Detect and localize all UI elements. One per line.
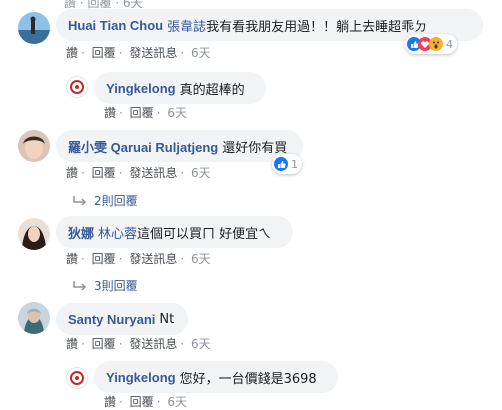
reply-timestamp[interactable]: 6天 — [167, 106, 187, 120]
like-button[interactable]: 讚 — [104, 106, 116, 120]
reply-button[interactable]: 回覆 — [130, 106, 154, 120]
comment-timestamp[interactable]: 6天 — [191, 337, 211, 351]
avatar[interactable] — [18, 218, 50, 250]
view-replies-link[interactable]: 2則回覆 — [72, 192, 138, 209]
reaction-count: 1 — [291, 157, 298, 171]
avatar[interactable] — [66, 367, 88, 389]
reply-author[interactable]: Yingkelong — [106, 370, 176, 385]
reply-button[interactable]: 回覆 — [92, 337, 116, 351]
comment-author[interactable]: 狄娜 — [68, 223, 94, 242]
like-button[interactable]: 讚 — [66, 46, 78, 60]
message-button[interactable]: 發送訊息 — [129, 166, 177, 180]
replies-count[interactable]: 2則回覆 — [94, 192, 138, 209]
comment-author[interactable]: Santy Nuryani — [68, 312, 155, 327]
message-button[interactable]: 發送訊息 — [129, 46, 177, 60]
message-button[interactable]: 發送訊息 — [129, 252, 177, 266]
comment-timestamp[interactable]: 6天 — [191, 252, 211, 266]
reaction-summary[interactable]: 4 — [405, 34, 457, 54]
comment-bubble: 羅小雯 Qaruai Ruljatjeng 還好你有買 — [56, 130, 303, 162]
comment-bubble: 狄娜 林心蓉 這個可以買ㄇ 好便宜ㄟ — [56, 216, 293, 248]
wow-icon — [429, 37, 443, 51]
reply-arrow-icon — [73, 280, 87, 291]
avatar-photo-portrait — [18, 218, 50, 250]
comment-timestamp[interactable]: 6天 — [191, 46, 211, 60]
comment-text: 這個可以買ㄇ 好便宜ㄟ — [137, 226, 272, 242]
comment-actions: 讚 · 回覆 · 發送訊息 · 6天 — [66, 46, 211, 60]
avatar-photo-beach — [18, 12, 50, 44]
comment-actions: 讚 · 回覆 · 發送訊息 · 6天 — [66, 166, 211, 180]
avatar[interactable] — [18, 130, 50, 162]
like-button[interactable]: 讚 — [66, 337, 78, 351]
reply-button[interactable]: 回覆 — [130, 395, 154, 409]
reply-bubble: Yingkelong 您好，一台價錢是3698 — [94, 361, 338, 393]
comment-author[interactable]: 羅小雯 Qaruai Ruljatjeng — [68, 137, 218, 156]
view-replies-link[interactable]: 3則回覆 — [72, 277, 138, 294]
avatar[interactable] — [18, 302, 50, 334]
comment-timestamp[interactable]: 6天 — [191, 166, 211, 180]
comment-actions: 讚 · 回覆 · 發送訊息 · 6天 — [66, 337, 211, 351]
avatar[interactable] — [18, 12, 50, 44]
reply-actions: 讚 · 回覆 · 6天 — [104, 395, 187, 409]
like-button[interactable]: 讚 — [104, 395, 116, 409]
comment-text: Nt — [159, 311, 175, 327]
replies-count[interactable]: 3則回覆 — [94, 277, 138, 294]
reaction-summary[interactable]: 1 — [272, 154, 302, 174]
reply-button[interactable]: 回覆 — [92, 252, 116, 266]
avatar-photo-portrait — [18, 130, 50, 162]
like-button[interactable]: 讚 — [66, 252, 78, 266]
reply-actions: 讚 · 回覆 · 6天 — [104, 106, 187, 120]
comment-text: 我有看我朋友用過！！躺上去睡超乖ㄉ — [206, 19, 428, 35]
reply-arrow-icon — [73, 195, 87, 206]
avatar-photo-portrait — [18, 302, 50, 334]
reply-text: 真的超棒的 — [179, 82, 245, 98]
reply-author[interactable]: Yingkelong — [106, 81, 176, 96]
reply-timestamp[interactable]: 6天 — [167, 395, 187, 409]
message-button[interactable]: 發送訊息 — [129, 337, 177, 351]
reply-bubble: Yingkelong 真的超棒的 — [94, 72, 266, 104]
comment-text: 還好你有買 — [222, 140, 288, 156]
brand-logo-icon — [70, 371, 84, 385]
avatar[interactable] — [66, 76, 88, 98]
reply-button[interactable]: 回覆 — [92, 46, 116, 60]
mentioned-user[interactable]: 林心蓉 — [98, 223, 137, 242]
brand-logo-icon — [70, 80, 84, 94]
comment-actions: 讚 · 回覆 · 發送訊息 · 6天 — [66, 252, 211, 266]
reply-text: 您好，一台價錢是3698 — [179, 371, 317, 387]
mentioned-user[interactable]: 張韋誌 — [167, 16, 206, 35]
comment-author[interactable]: Huai Tian Chou — [68, 18, 163, 33]
comment-bubble: Santy Nuryani Nt — [56, 303, 188, 335]
like-icon — [274, 157, 288, 171]
reaction-count: 4 — [446, 37, 453, 51]
like-button[interactable]: 讚 — [66, 166, 78, 180]
reply-button[interactable]: 回覆 — [92, 166, 116, 180]
